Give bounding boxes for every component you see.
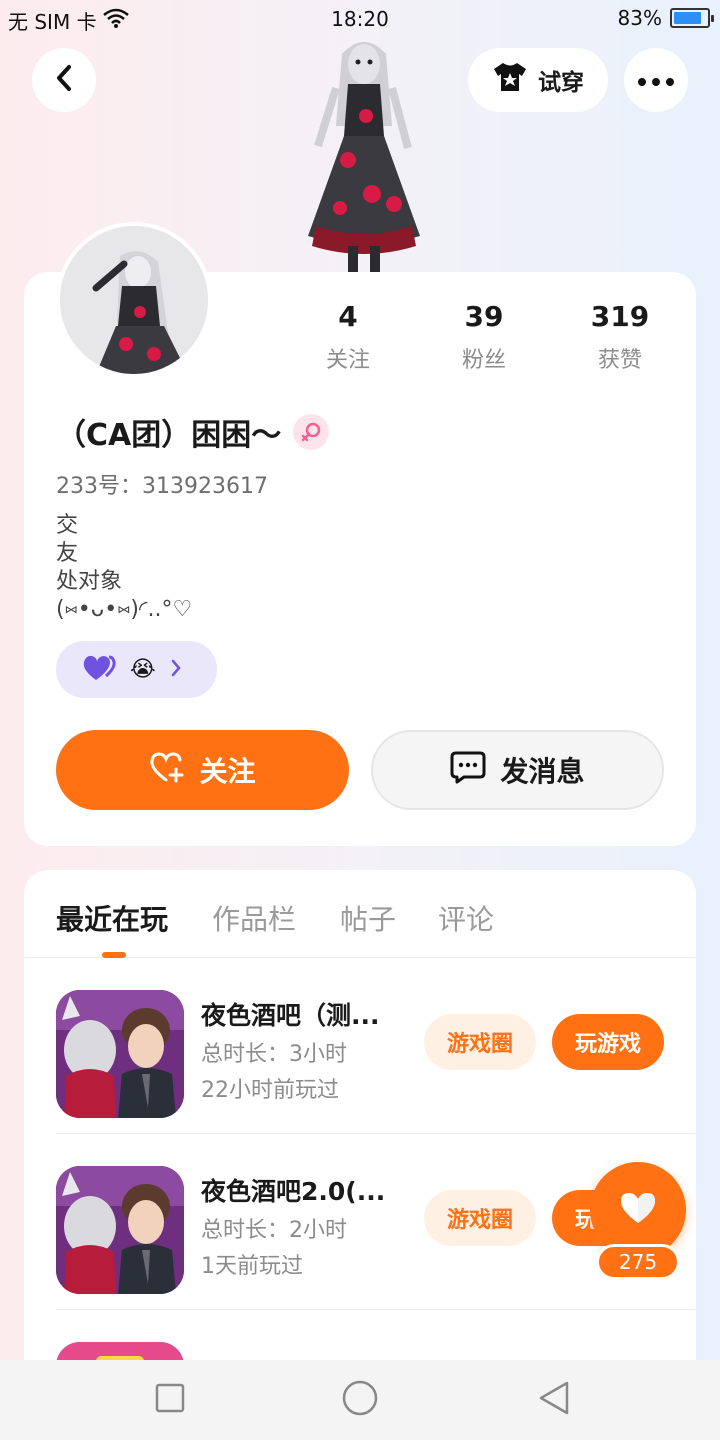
avatar-figure [296, 36, 432, 272]
system-nav-bar [0, 1360, 720, 1440]
female-gender-icon [293, 414, 330, 450]
chat-bubble-icon [450, 750, 486, 791]
stat-label: 关注 [325, 348, 370, 373]
game-list-item[interactable]: 夜色酒吧（测... 总时长：3小时 22小时前玩过 游戏圈 玩游戏 [56, 958, 696, 1134]
like-count-badge: 275 [596, 1244, 680, 1280]
tshirt-icon [492, 61, 528, 99]
content-card: 最近在玩 作品栏 帖子 评论 夜色酒吧（测... 总时长：3小时 22小时前玩过… [24, 870, 696, 1390]
game-circle-button[interactable]: 游戏圈 [424, 1190, 536, 1246]
tab-comments[interactable]: 评论 [438, 898, 494, 938]
tryon-label: 试穿 [538, 70, 584, 96]
stat-label: 粉丝 [461, 348, 506, 373]
game-duration: 总时长：2小时 [201, 1218, 347, 1243]
stat-value: 4 [338, 300, 358, 333]
status-bar: 无 SIM 卡 18:20 83% [0, 0, 720, 40]
back-button[interactable] [32, 48, 96, 112]
status-time: 18:20 [331, 7, 389, 31]
play-game-button[interactable]: 玩游戏 [552, 1014, 664, 1070]
game-duration: 总时长：3小时 [201, 1042, 347, 1067]
more-button[interactable] [624, 48, 688, 112]
game-icon [56, 990, 184, 1118]
nickname: （CA团）困困～ [56, 418, 282, 453]
account-id: 233号：313923617 [56, 474, 268, 499]
personality-tag-pill[interactable]: 😭 [56, 641, 217, 698]
game-last-played: 22小时前玩过 [201, 1078, 339, 1103]
triangle-back-icon [537, 1380, 571, 1420]
game-icon [56, 1166, 184, 1294]
bio: 交 友 处对象 (⑅•ᴗ•⑅)◜..°♡ [56, 512, 192, 624]
game-circle-button[interactable]: 游戏圈 [424, 1014, 536, 1070]
bio-line: 处对象 [56, 569, 123, 594]
tab-bar: 最近在玩 作品栏 帖子 评论 [24, 870, 696, 958]
follow-button[interactable]: 关注 [56, 730, 349, 810]
battery-icon [670, 8, 714, 28]
square-icon [154, 1382, 186, 1418]
bio-line: 交 [56, 513, 79, 538]
stat-label: 获赞 [597, 348, 642, 373]
chevron-right-icon [170, 659, 182, 681]
stat-following[interactable]: 4 关注 [288, 300, 408, 374]
bio-line: (⑅•ᴗ•⑅)◜..°♡ [56, 597, 193, 622]
stat-fans[interactable]: 39 粉丝 [424, 300, 544, 374]
tryon-button[interactable]: 试穿 [468, 48, 608, 112]
message-button[interactable]: 发消息 [371, 730, 664, 810]
heart-plus-icon [149, 751, 185, 790]
stat-likes[interactable]: 319 获赞 [560, 300, 680, 374]
battery-percent: 83% [617, 6, 662, 30]
battery-fill [674, 12, 701, 24]
nickname-row: （CA团）困困～ [56, 410, 330, 454]
tab-posts[interactable]: 帖子 [340, 898, 396, 938]
home-button[interactable] [340, 1380, 380, 1420]
tag-emoji: 😭 [130, 657, 156, 682]
back-nav-button[interactable] [534, 1380, 574, 1420]
user-avatar[interactable] [56, 222, 212, 378]
stat-value: 39 [464, 300, 504, 333]
follow-label: 关注 [199, 755, 256, 788]
message-label: 发消息 [500, 755, 585, 788]
chevron-left-icon [53, 64, 75, 96]
purple-heart-icon [82, 654, 116, 686]
bio-line: 友 [56, 541, 79, 566]
tab-recent-played[interactable]: 最近在玩 [56, 898, 168, 938]
more-dots-icon [638, 71, 674, 90]
game-title: 夜色酒吧2.0(... [201, 1177, 386, 1206]
circle-icon [341, 1379, 379, 1421]
game-last-played: 1天前玩过 [201, 1254, 303, 1279]
tab-works[interactable]: 作品栏 [212, 898, 296, 938]
game-title: 夜色酒吧（测... [201, 1001, 380, 1030]
heart-icon [619, 1191, 657, 1229]
status-right: 83% [617, 6, 714, 30]
recent-apps-button[interactable] [150, 1380, 190, 1420]
profile-stats: 4 关注 39 粉丝 319 获赞 [280, 300, 680, 380]
stat-value: 319 [590, 300, 650, 333]
avatar-image [60, 226, 208, 374]
